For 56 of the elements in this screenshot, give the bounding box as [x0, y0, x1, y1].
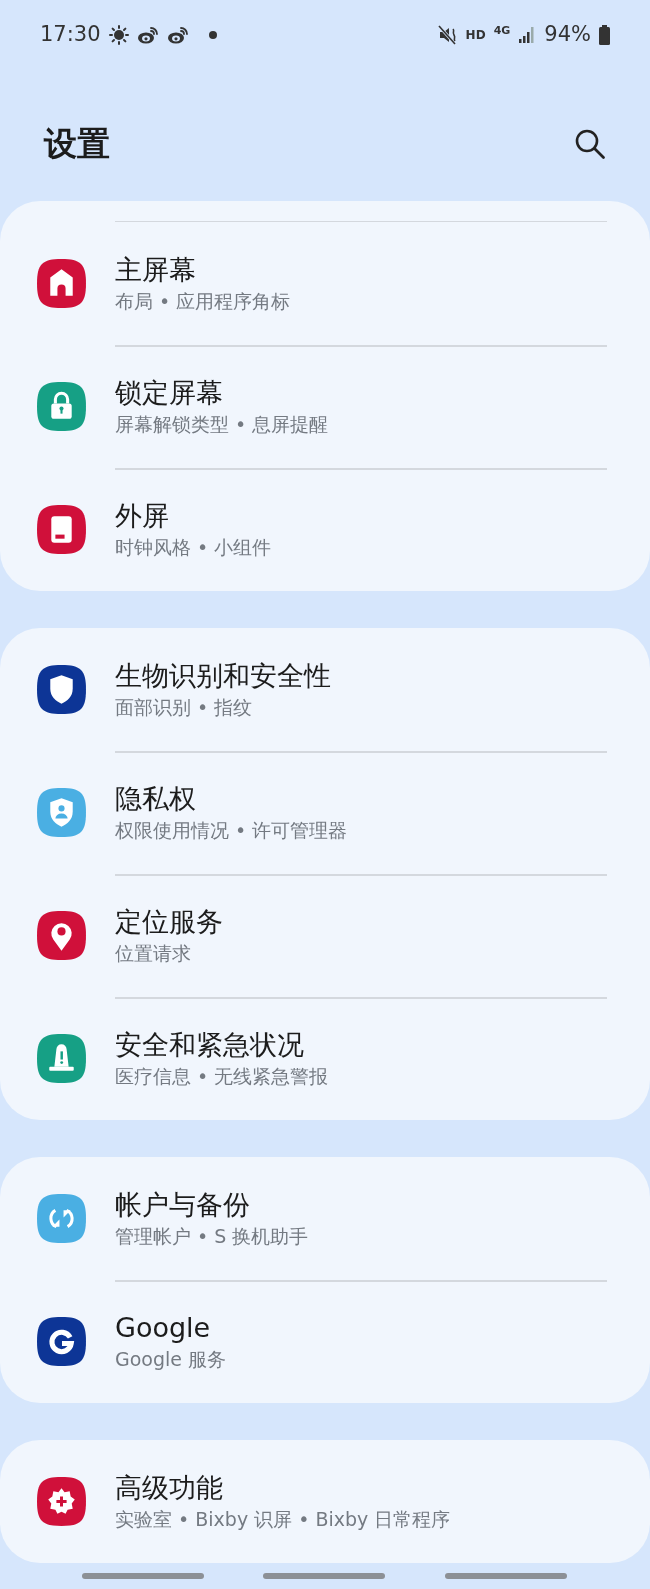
item-title: 主屏幕: [115, 253, 197, 288]
item-subtitle: 时钟风格 • 小组件: [115, 535, 272, 560]
item-title: 外屏: [115, 499, 170, 534]
google-icon: [36, 1316, 87, 1367]
item-subtitle: 管理帐户 • S 换机助手: [115, 1224, 309, 1249]
item-subtitle: 医疗信息 • 无线紧急警报: [115, 1064, 329, 1089]
item-subtitle: Google 服务: [115, 1347, 227, 1372]
shield-icon: [36, 664, 87, 715]
page-title: 设置: [44, 122, 110, 165]
settings-item[interactable]: 锁定屏幕 屏幕解锁类型 • 息屏提醒: [0, 345, 650, 468]
item-title: 帐户与备份: [115, 1188, 251, 1223]
item-subtitle: 面部识别 • 指纹: [115, 695, 254, 720]
back-handle[interactable]: [445, 1573, 567, 1579]
clock-time: 17:30: [40, 21, 101, 49]
item-subtitle: 权限使用情况 • 许可管理器: [115, 818, 348, 843]
gear-icon: [36, 1476, 87, 1527]
item-title: 锁定屏幕: [115, 376, 224, 411]
mute-icon: [437, 25, 458, 45]
home-icon: [36, 258, 87, 309]
privacy-icon: [36, 787, 87, 838]
alert-icon: [36, 1033, 87, 1084]
item-subtitle: 屏幕解锁类型 • 息屏提醒: [115, 412, 329, 437]
notification-dot-icon: [208, 31, 217, 39]
weibo-icon: [136, 25, 159, 45]
search-icon[interactable]: [574, 127, 606, 160]
item-title: 定位服务: [115, 905, 223, 940]
settings-item[interactable]: 安全和紧急状况 医疗信息 • 无线紧急警报: [0, 997, 650, 1120]
item-title: 生物识别和安全性: [115, 659, 331, 694]
settings-item[interactable]: Google Google 服务: [0, 1280, 650, 1403]
lock-icon: [36, 381, 87, 432]
battery-percent: 94%: [544, 21, 591, 49]
home-handle[interactable]: [263, 1573, 385, 1579]
settings-item[interactable]: 帐户与备份 管理帐户 • S 换机助手: [0, 1157, 650, 1280]
signal-icon: [518, 26, 537, 44]
item-subtitle: 实验室 • Bixby 识屏 • Bixby 日常程序: [115, 1507, 451, 1532]
item-title: Google: [115, 1311, 212, 1346]
item-subtitle: 位置请求: [115, 941, 192, 966]
settings-item[interactable]: 隐私权 权限使用情况 • 许可管理器: [0, 751, 650, 874]
battery-icon: [599, 25, 610, 45]
hd-indicator: HD: [465, 27, 486, 44]
settings-item[interactable]: 定位服务 位置请求: [0, 874, 650, 997]
sun-icon: [108, 25, 129, 45]
settings-item[interactable]: 高级功能 实验室 • Bixby 识屏 • Bixby 日常程序: [0, 1440, 650, 1563]
pin-icon: [36, 910, 87, 961]
sync-icon: [36, 1193, 87, 1244]
item-title: 隐私权: [115, 782, 197, 817]
item-title: 安全和紧急状况: [115, 1028, 305, 1063]
item-subtitle: 布局 • 应用程序角标: [115, 289, 291, 314]
settings-item[interactable]: 主屏幕 布局 • 应用程序角标: [0, 222, 650, 345]
settings-item[interactable]: 外屏 时钟风格 • 小组件: [0, 468, 650, 591]
settings-item[interactable]: 生物识别和安全性 面部识别 • 指纹: [0, 628, 650, 751]
recents-handle[interactable]: [82, 1573, 204, 1579]
weibo-icon: [166, 25, 189, 45]
cover-icon: [36, 504, 87, 555]
network-type: 4G: [493, 22, 511, 39]
item-title: 高级功能: [115, 1471, 224, 1506]
